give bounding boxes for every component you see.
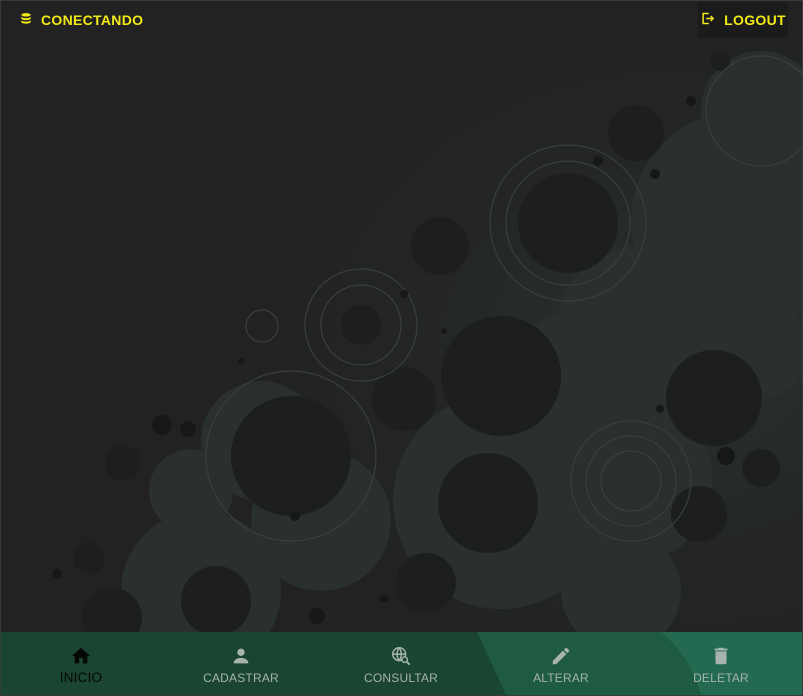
nav-item-label: INICIO <box>59 670 103 685</box>
app-window: CONECTANDO LOGOUT INICIO CADASTRAR CONSU… <box>0 0 803 696</box>
nav-item-label: CONSULTAR <box>363 671 439 685</box>
nav-item-inicio[interactable]: INICIO <box>1 632 161 695</box>
nav-item-alterar[interactable]: ALTERAR <box>481 632 641 695</box>
nav-item-label: ALTERAR <box>533 671 589 685</box>
globe-search-icon <box>390 645 412 667</box>
pencil-icon <box>550 645 572 667</box>
logout-icon <box>700 11 715 29</box>
nav-item-consultar[interactable]: CONSULTAR <box>321 632 481 695</box>
trash-icon <box>710 645 732 667</box>
nav-item-cadastrar[interactable]: CADASTRAR <box>161 632 321 695</box>
connection-status: CONECTANDO <box>9 7 153 33</box>
nav-item-deletar[interactable]: DELETAR <box>641 632 801 695</box>
background-artwork <box>1 1 802 632</box>
logout-label: LOGOUT <box>724 12 786 28</box>
home-icon <box>70 645 92 667</box>
database-icon <box>19 12 33 29</box>
logout-button[interactable]: LOGOUT <box>698 2 788 38</box>
bottom-navigation: INICIO CADASTRAR CONSULTAR ALTERAR DELET… <box>1 632 802 695</box>
person-icon <box>230 645 252 667</box>
nav-item-label: DELETAR <box>693 671 749 685</box>
nav-item-label: CADASTRAR <box>203 671 279 685</box>
connection-status-label: CONECTANDO <box>41 12 144 28</box>
